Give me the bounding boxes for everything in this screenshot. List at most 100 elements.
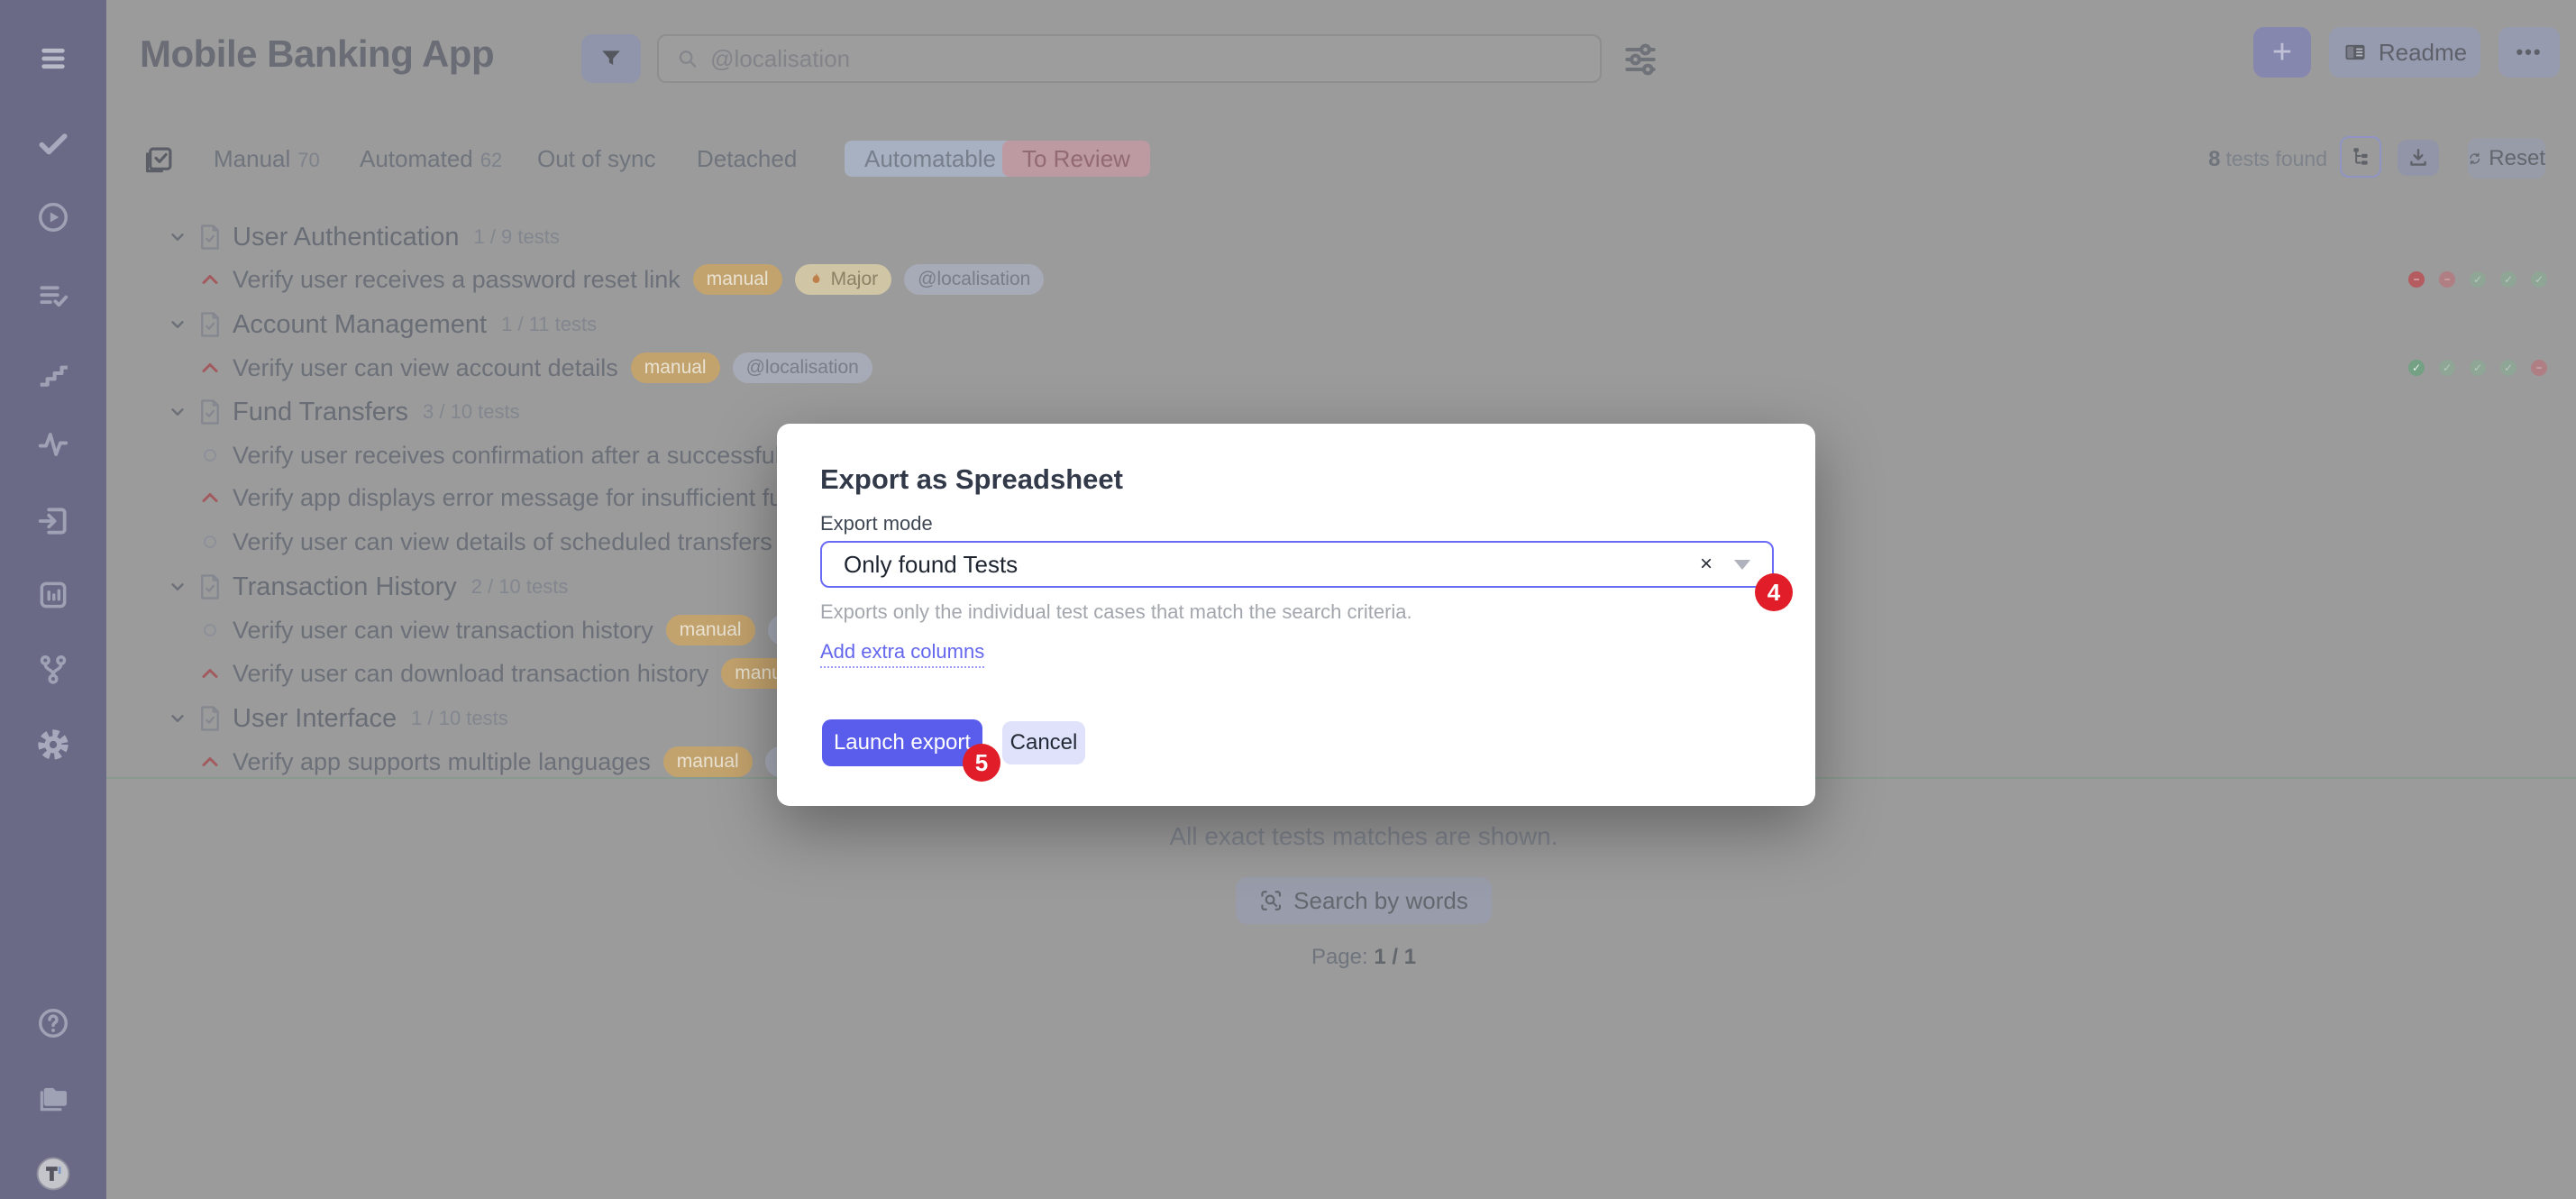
steps-icon[interactable] [34,354,72,392]
run-status-dots: ✓ ✓ ✓ ✓ − [2408,360,2547,376]
section-row-account-management[interactable]: Account Management 1 / 11 tests [168,303,2576,346]
chevron-down-icon[interactable] [1734,560,1750,570]
chevron-down-icon[interactable] [168,709,187,728]
caret-up-icon [200,273,220,286]
test-name[interactable]: Verify app displays error message for in… [233,484,822,512]
selected-value: Only found Tests [844,551,1685,579]
section-title[interactable]: Transaction History [233,572,457,602]
section-count: 1 / 11 tests [501,313,597,336]
export-mode-select[interactable]: Only found Tests × [820,541,1774,588]
suite-doc-icon [198,224,222,251]
status-passed-dot[interactable]: ✓ [2470,360,2486,376]
page-title: Mobile Banking App [140,32,494,76]
chevron-down-icon[interactable] [168,402,187,422]
menu-icon[interactable] [34,40,72,78]
status-failed-dot[interactable]: − [2439,271,2455,288]
suite-doc-icon [198,705,222,732]
export-modal: Export as Spreadsheet Export mode Only f… [777,424,1815,806]
status-passed-dot[interactable]: ✓ [2439,360,2455,376]
test-name[interactable]: Verify user receives a password reset li… [233,266,681,294]
help-icon[interactable] [34,1004,72,1042]
sidebar [0,0,106,1199]
step-marker-5: 5 [963,744,1000,782]
badge-manual[interactable]: manual [663,746,753,777]
adjustments-icon[interactable] [1621,40,1660,79]
readme-button[interactable]: Readme [2329,27,2480,78]
list-check-icon[interactable] [34,277,72,315]
status-passed-dot[interactable]: ✓ [2531,271,2547,288]
badge-manual[interactable]: manual [666,615,755,645]
status-passed-dot[interactable]: ✓ [2500,360,2517,376]
section-title[interactable]: Fund Transfers [233,398,408,427]
tab-manual[interactable]: Manual70 [214,145,320,173]
flame-icon [808,270,824,288]
pagination: Page: 1 / 1 [151,945,2576,970]
clear-icon[interactable]: × [1685,552,1727,577]
badge-tag[interactable]: @localisation [904,264,1044,295]
section-title[interactable]: User Authentication [233,223,459,252]
status-failed-dot[interactable]: − [2531,360,2547,376]
tab-detached[interactable]: Detached [697,145,797,173]
scan-search-icon [1259,889,1283,912]
filter-button[interactable] [581,34,641,83]
test-row[interactable]: Verify user can view account details man… [200,346,2576,389]
search-icon [677,48,698,69]
tests-check-icon[interactable] [34,124,72,162]
pulse-icon[interactable] [34,426,72,463]
badge-manual[interactable]: manual [631,352,720,383]
circle-icon [200,448,220,462]
badge-manual[interactable]: manual [693,264,782,295]
status-passed-dot[interactable]: ✓ [2500,271,2517,288]
section-title[interactable]: Account Management [233,310,487,340]
section-title[interactable]: User Interface [233,704,397,734]
badge-major[interactable]: Major [795,264,892,295]
search-input[interactable] [710,45,1582,73]
caret-up-icon [200,491,220,504]
reset-button[interactable]: Reset [2468,138,2545,178]
git-branch-icon[interactable] [34,650,72,688]
chevron-down-icon[interactable] [168,577,187,597]
add-extra-columns-link[interactable]: Add extra columns [820,640,984,668]
status-failed-dot[interactable]: − [2408,271,2425,288]
search-by-words-label: Search by words [1293,887,1468,915]
cancel-button[interactable]: Cancel [1002,721,1085,764]
bar-chart-icon[interactable] [34,576,72,614]
plus-icon: + [2272,33,2292,72]
folders-icon[interactable] [34,1079,72,1117]
search-by-words-button[interactable]: Search by words [1236,877,1492,924]
select-tests-icon[interactable] [142,142,177,177]
circle-icon [200,535,220,549]
filter-badge-to-review[interactable]: To Review [1002,141,1150,177]
tab-automated[interactable]: Automated62 [360,145,502,173]
suite-doc-icon [198,573,222,600]
circle-icon [200,623,220,637]
test-name[interactable]: Verify user can view details of schedule… [233,528,772,556]
more-options-button[interactable]: ••• [2498,27,2560,78]
logo[interactable] [34,1155,72,1193]
filter-badge-automatable[interactable]: Automatable [845,141,1016,177]
caret-up-icon [200,755,220,768]
badge-tag[interactable]: @localisation [733,352,872,383]
import-icon[interactable] [34,502,72,540]
test-name[interactable]: Verify user can view transaction history [233,617,653,645]
chevron-down-icon[interactable] [168,315,187,334]
tests-found-count: 8tests found [2109,147,2327,172]
search-box[interactable] [657,34,1602,83]
tree-view-button[interactable] [2340,136,2381,178]
chevron-down-icon[interactable] [168,227,187,247]
tab-out-of-sync[interactable]: Out of sync [537,145,656,173]
download-button[interactable] [2398,140,2439,176]
test-name[interactable]: Verify user can view account details [233,354,618,382]
test-name[interactable]: Verify app supports multiple languages [233,748,651,776]
add-button[interactable]: + [2253,27,2311,78]
test-name[interactable]: Verify user receives confirmation after … [233,442,816,470]
test-row[interactable]: Verify user receives a password reset li… [200,258,2576,301]
funnel-icon [599,47,623,70]
section-row-user-authentication[interactable]: User Authentication 1 / 9 tests [168,215,2576,259]
test-name[interactable]: Verify user can download transaction his… [233,660,708,688]
status-passed-dot[interactable]: ✓ [2470,271,2486,288]
gear-icon[interactable] [34,726,72,764]
status-passed-dot[interactable]: ✓ [2408,360,2425,376]
launch-export-button[interactable]: Launch export [822,719,982,766]
play-circle-icon[interactable] [34,198,72,236]
